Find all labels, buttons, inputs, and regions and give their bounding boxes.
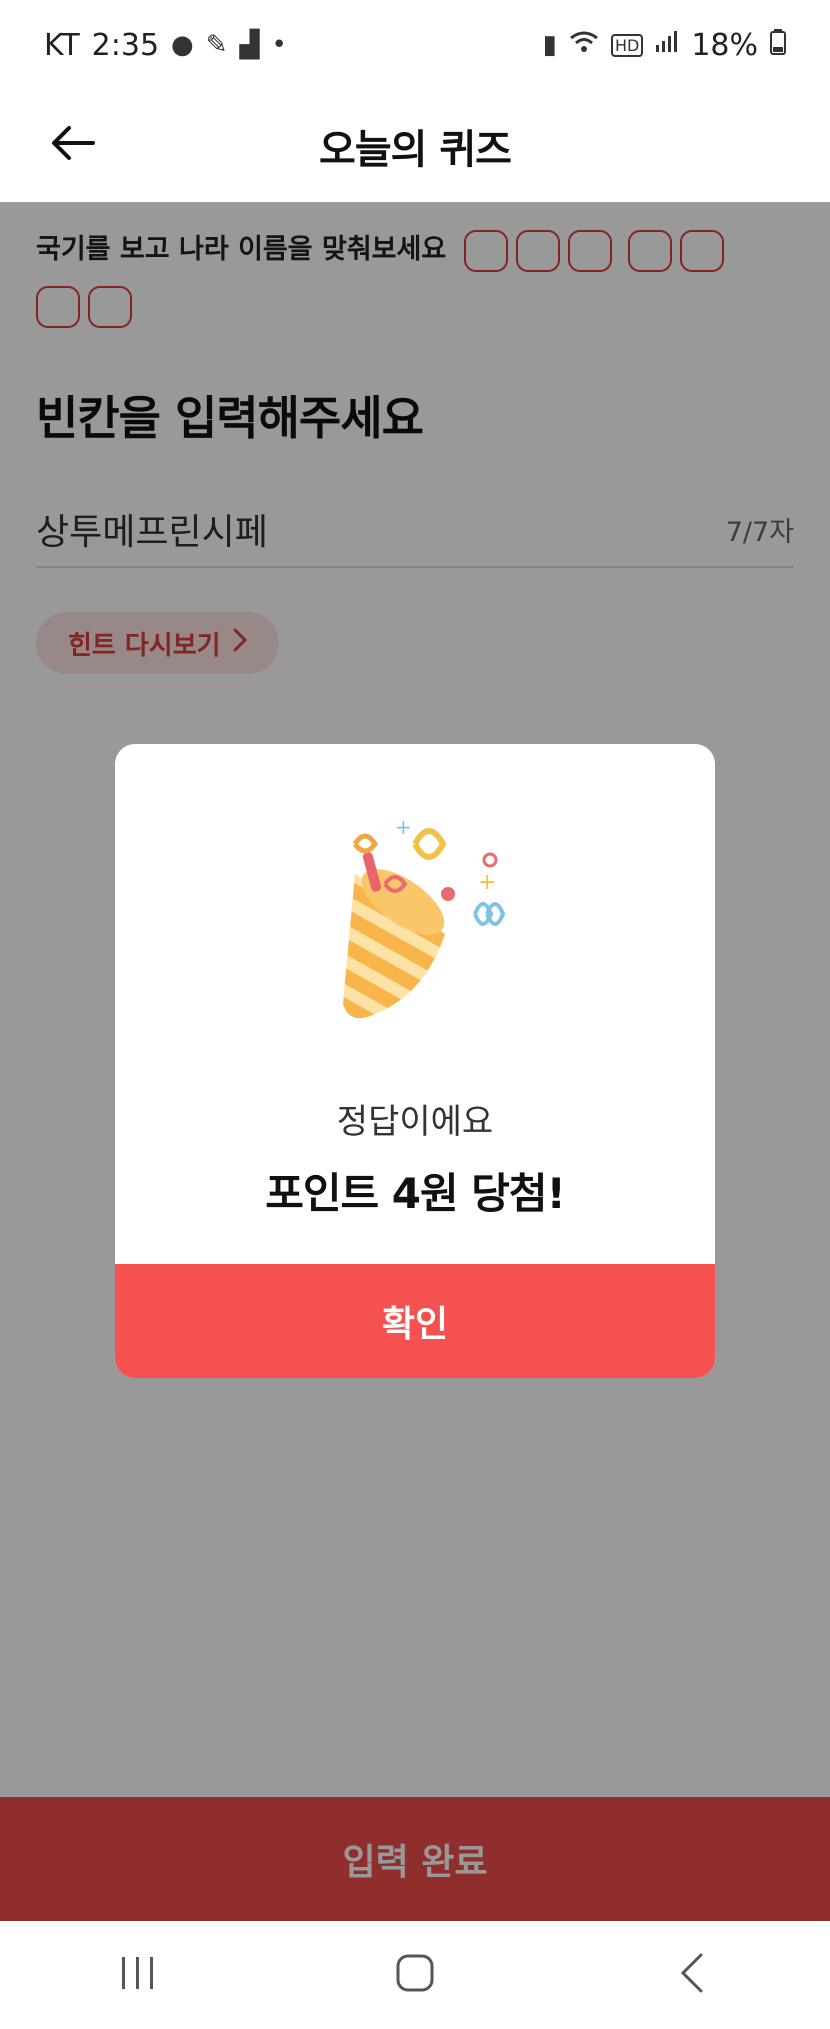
status-right: ▮ HD 18% — [543, 28, 786, 63]
correct-answer-modal: + + 정답이에요 포인트 4원 당첨! 확인 — [115, 744, 715, 1378]
dot-icon: • — [271, 30, 287, 60]
status-bar: KT 2:35 ● ✎ ▟ • ▮ HD 18% — [0, 0, 830, 90]
stairs-icon: ▟ — [239, 30, 260, 60]
confirm-button[interactable]: 확인 — [115, 1264, 715, 1378]
battery-percent: 18% — [691, 27, 758, 63]
hd-icon: HD — [610, 33, 644, 57]
back-button[interactable] — [40, 112, 106, 178]
pen-icon: ✎ — [205, 30, 228, 60]
battery-icon — [770, 28, 786, 62]
modal-subtitle: 정답이에요 — [336, 1102, 494, 1142]
wifi-icon — [569, 30, 599, 61]
page-title: 오늘의 퀴즈 — [319, 127, 512, 173]
time-label: 2:35 — [91, 27, 160, 63]
recent-apps-icon — [118, 1955, 158, 1995]
recent-apps-button[interactable] — [78, 1935, 198, 2015]
back-arrow-icon — [49, 123, 97, 167]
party-popper-icon: + + — [115, 804, 715, 1019]
svg-text:+: + — [478, 870, 496, 895]
carrier-label: KT — [44, 27, 80, 63]
home-icon — [395, 1953, 435, 1997]
system-back-button[interactable] — [632, 1935, 752, 2015]
system-nav-bar — [0, 1921, 830, 2029]
signal-icon — [655, 30, 679, 60]
status-left: KT 2:35 ● ✎ ▟ • — [44, 28, 287, 63]
svg-text:+: + — [395, 815, 412, 839]
modal-title: 포인트 4원 당첨! — [265, 1169, 565, 1218]
notification-icon: ● — [171, 30, 194, 60]
back-icon — [679, 1953, 705, 1997]
battery-saver-icon: ▮ — [542, 30, 557, 60]
confirm-button-label: 확인 — [381, 1304, 449, 1345]
home-button[interactable] — [355, 1935, 475, 2015]
app-bar: 오늘의 퀴즈 — [0, 90, 830, 202]
